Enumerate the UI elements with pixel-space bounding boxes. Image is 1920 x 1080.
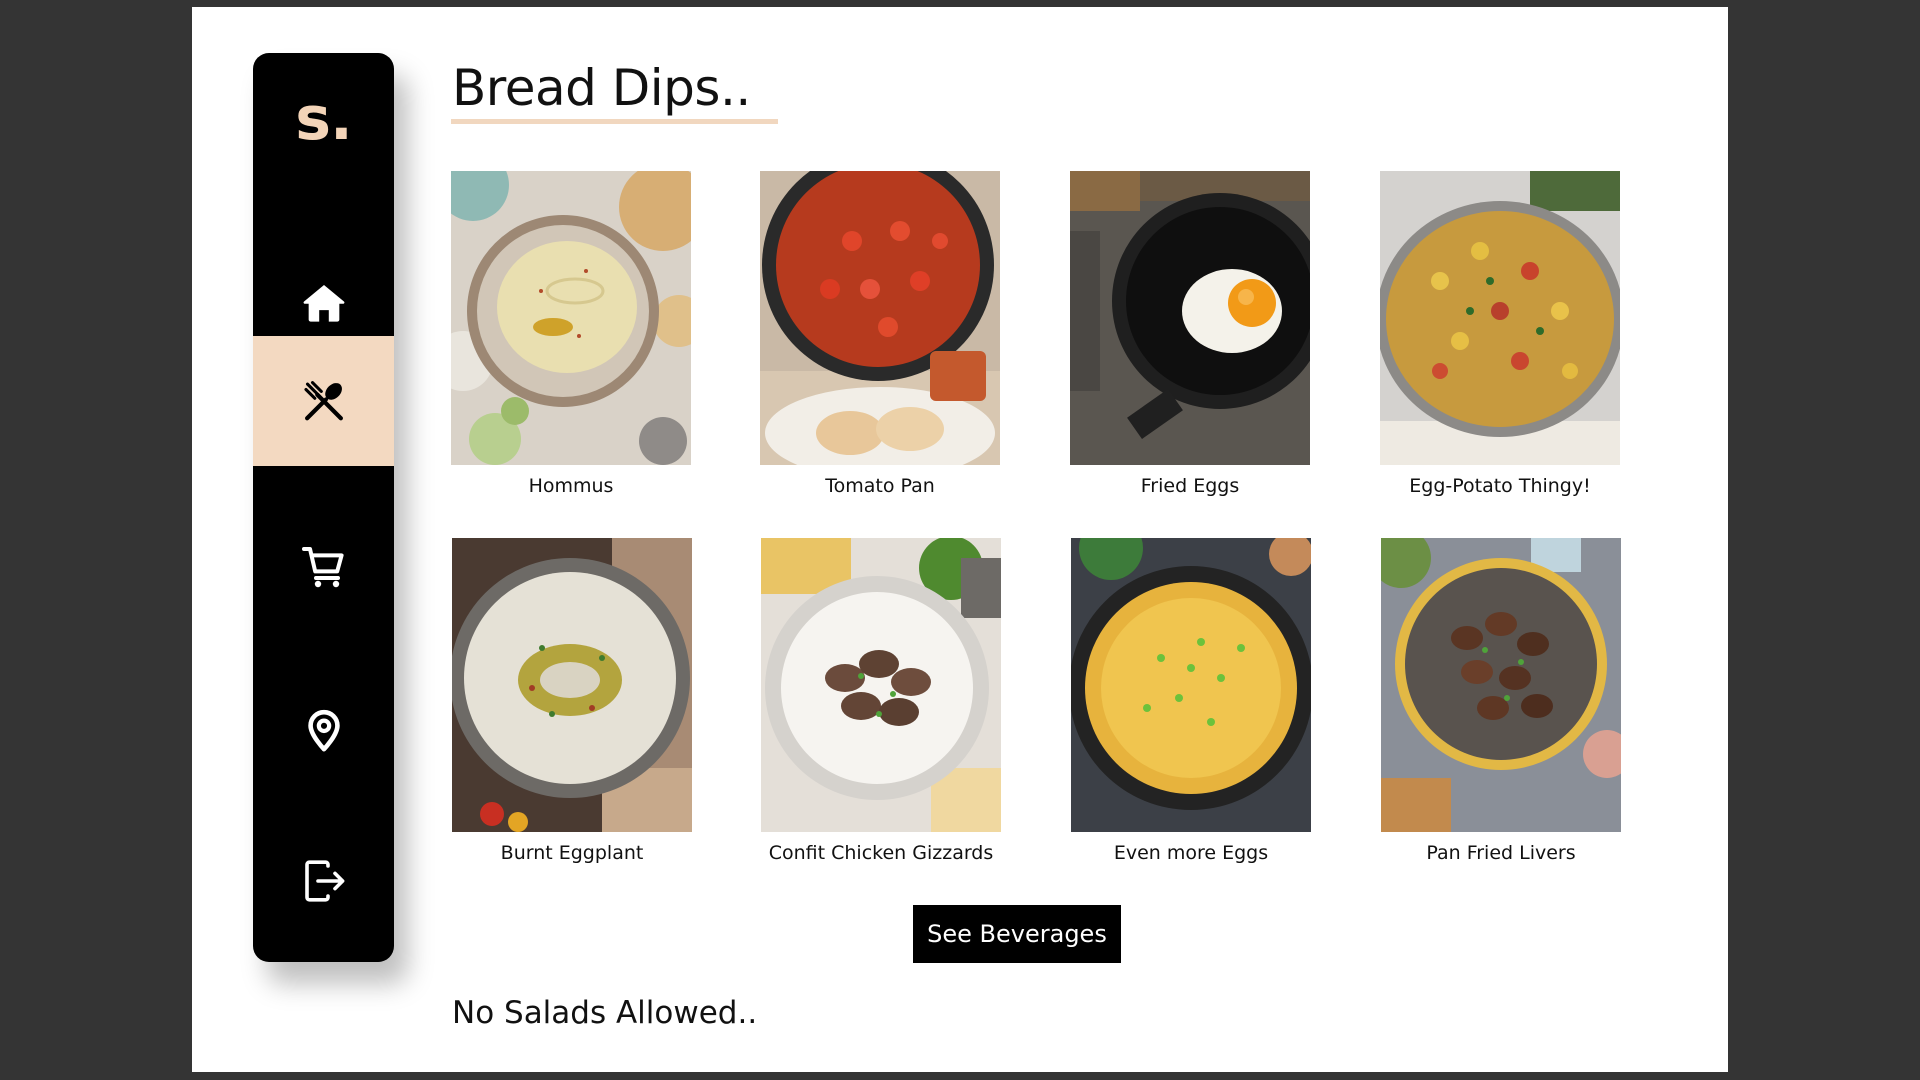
dish-name: Fried Eggs (1140, 475, 1240, 497)
home-icon (301, 280, 347, 326)
utensils-icon (301, 378, 347, 424)
dish-photo-even-more-eggs[interactable] (1071, 538, 1311, 832)
sidebar: s. (253, 53, 394, 962)
dish-photo-hommus[interactable] (451, 171, 691, 465)
dish-name: Confit Chicken Gizzards (768, 842, 994, 864)
dish-name: Even more Eggs (1113, 842, 1269, 864)
sidebar-item-cart[interactable] (253, 502, 394, 632)
dish-photo-egg-potato[interactable] (1380, 171, 1620, 465)
dish-photo-chicken-gizzards[interactable] (761, 538, 1001, 832)
sidebar-item-location[interactable] (253, 665, 394, 795)
dish-name: Burnt Eggplant (500, 842, 644, 864)
dish-photo-burnt-eggplant[interactable] (452, 538, 692, 832)
dish-name: Egg-Potato Thingy! (1409, 475, 1591, 497)
dish-name: Tomato Pan (825, 475, 935, 497)
logout-icon (300, 857, 348, 905)
dish-name: Hommus (528, 475, 614, 497)
brand-logo[interactable]: s. (253, 81, 394, 157)
dish-photo-pan-fried-livers[interactable] (1381, 538, 1621, 832)
page-title: Bread Dips.. (452, 59, 751, 117)
dish-photo-fried-eggs[interactable] (1070, 171, 1310, 465)
cart-icon (300, 543, 348, 591)
sidebar-item-menu[interactable] (253, 336, 394, 466)
see-beverages-button[interactable]: See Beverages (913, 905, 1121, 963)
title-underline (451, 119, 778, 124)
location-pin-icon (301, 707, 347, 753)
dish-photo-tomato-pan[interactable] (760, 171, 1000, 465)
dish-name: Pan Fried Livers (1426, 842, 1576, 864)
section-heading: No Salads Allowed.. (452, 995, 758, 1031)
app-window: s. Bread Dips.. Hommus Tomato Pan Fried … (192, 7, 1728, 1072)
sidebar-item-logout[interactable] (253, 816, 394, 946)
